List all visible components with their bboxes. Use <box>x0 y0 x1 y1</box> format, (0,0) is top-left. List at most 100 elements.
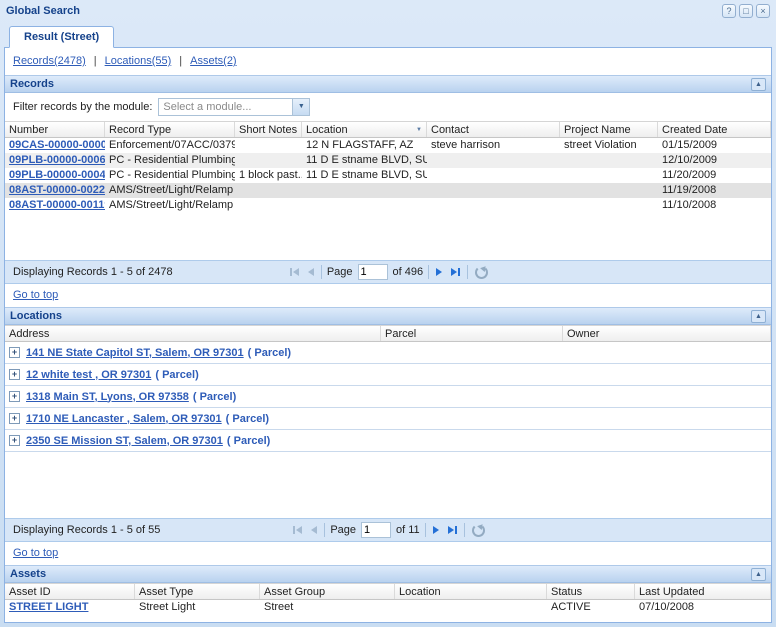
location-row: + 1318 Main ST, Lyons, OR 97358 ( Parcel… <box>5 386 771 408</box>
page-input[interactable] <box>358 264 388 280</box>
cell-location <box>302 198 427 213</box>
table-row[interactable]: 08AST-00000-00226 AMS/Street/Light/Relam… <box>5 183 771 198</box>
expand-icon[interactable]: + <box>9 369 20 380</box>
collapse-icon[interactable]: ▲ <box>751 568 766 581</box>
cell-short-notes <box>235 138 302 153</box>
chevron-down-icon: ▼ <box>292 99 309 115</box>
location-row: + 141 NE State Capitol ST, Salem, OR 973… <box>5 342 771 364</box>
cell-short-notes <box>235 198 302 213</box>
global-search-window: Global Search ? □ × Result (Street) Reco… <box>0 0 776 627</box>
expand-icon[interactable]: + <box>9 391 20 402</box>
assets-section-header: Assets ▲ <box>5 565 771 583</box>
module-filter-select[interactable]: Select a module... ▼ <box>158 98 310 116</box>
collapse-icon[interactable]: ▲ <box>751 78 766 91</box>
expand-icon[interactable]: + <box>9 435 20 446</box>
cell-location: 12 N FLAGSTAFF, AZ <box>302 138 427 153</box>
expand-icon[interactable]: + <box>9 347 20 358</box>
cell-location <box>395 600 547 615</box>
table-row[interactable]: 09CAS-00000-00004 Enforcement/07ACC/0379… <box>5 138 771 153</box>
tab-result-street[interactable]: Result (Street) <box>9 26 114 48</box>
column-header-project-name[interactable]: Project Name <box>560 122 658 137</box>
column-header-contact[interactable]: Contact <box>427 122 560 137</box>
cell-contact <box>427 183 560 198</box>
cell-contact <box>427 198 560 213</box>
link-separator: | <box>179 55 182 67</box>
column-header-parcel[interactable]: Parcel <box>381 326 563 341</box>
tabstrip: Result (Street) <box>0 22 776 47</box>
close-icon[interactable]: × <box>756 4 770 18</box>
column-menu-icon[interactable]: ▼ <box>412 127 422 133</box>
record-number-link[interactable]: 09CAS-00000-00004 <box>9 139 105 151</box>
link-separator: | <box>94 55 97 67</box>
expand-icon[interactable]: + <box>9 413 20 424</box>
first-page-button[interactable] <box>291 524 304 536</box>
cell-contact <box>427 168 560 183</box>
cell-asset-type: Street Light <box>135 600 260 615</box>
table-row[interactable]: STREET LIGHT Street Light Street ACTIVE … <box>5 600 771 615</box>
assets-section-title: Assets <box>10 568 46 580</box>
go-to-top-link[interactable]: Go to top <box>13 289 58 301</box>
first-page-button[interactable] <box>288 266 301 278</box>
titlebar: Global Search ? □ × <box>0 0 776 22</box>
next-page-button[interactable] <box>431 524 441 536</box>
table-row[interactable]: 09PLB-00000-00045 PC - Residential Plumb… <box>5 168 771 183</box>
column-header-asset-id[interactable]: Asset ID <box>5 584 135 599</box>
table-row[interactable]: 08AST-00000-00119 AMS/Street/Light/Relam… <box>5 198 771 213</box>
module-filter-value: Select a module... <box>159 99 292 115</box>
asset-id-link[interactable]: STREET LIGHT <box>9 601 88 613</box>
address-link[interactable]: 2350 SE Mission ST, Salem, OR 97301 <box>26 435 223 447</box>
column-header-record-type[interactable]: Record Type <box>105 122 235 137</box>
column-header-address[interactable]: Address <box>5 326 381 341</box>
column-header-last-updated[interactable]: Last Updated <box>635 584 771 599</box>
address-link[interactable]: 1710 NE Lancaster , Salem, OR 97301 <box>26 413 222 425</box>
record-number-link[interactable]: 09PLB-00000-00045 <box>9 169 105 181</box>
address-link[interactable]: 1318 Main ST, Lyons, OR 97358 <box>26 391 189 403</box>
last-page-button[interactable] <box>446 524 459 536</box>
cell-short-notes <box>235 183 302 198</box>
last-page-button[interactable] <box>449 266 462 278</box>
cell-record-type: PC - Residential Plumbing <box>105 153 235 168</box>
column-header-asset-type[interactable]: Asset Type <box>135 584 260 599</box>
record-number-link[interactable]: 08AST-00000-00119 <box>9 199 105 211</box>
cell-contact <box>427 153 560 168</box>
column-header-created-date[interactable]: Created Date <box>658 122 771 137</box>
records-grid-header: Number Record Type Short Notes Location▼… <box>5 121 771 138</box>
table-row[interactable]: 09PLB-00000-00066 PC - Residential Plumb… <box>5 153 771 168</box>
cell-short-notes <box>235 153 302 168</box>
restore-icon[interactable]: □ <box>739 4 753 18</box>
records-count-link[interactable]: Records(2478) <box>13 55 86 67</box>
column-header-status[interactable]: Status <box>547 584 635 599</box>
content-panel: Records(2478) | Locations(55) | Assets(2… <box>4 47 772 623</box>
collapse-icon[interactable]: ▲ <box>751 310 766 323</box>
column-header-owner[interactable]: Owner <box>563 326 771 341</box>
refresh-icon[interactable] <box>475 266 488 279</box>
locations-pagination: Page of 11 <box>291 522 484 538</box>
cell-project-name <box>560 153 658 168</box>
page-label: Page <box>327 266 353 278</box>
next-page-button[interactable] <box>434 266 444 278</box>
locations-count-link[interactable]: Locations(55) <box>105 55 172 67</box>
cell-record-type: PC - Residential Plumbing <box>105 168 235 183</box>
cell-location <box>302 183 427 198</box>
column-header-location[interactable]: Location <box>395 584 547 599</box>
column-header-short-notes[interactable]: Short Notes <box>235 122 302 137</box>
address-link[interactable]: 141 NE State Capitol ST, Salem, OR 97301 <box>26 347 244 359</box>
prev-page-button[interactable] <box>309 524 319 536</box>
window-controls: ? □ × <box>722 4 770 18</box>
address-link[interactable]: 12 white test , OR 97301 <box>26 369 151 381</box>
column-header-location[interactable]: Location▼ <box>302 122 427 137</box>
go-to-top-link[interactable]: Go to top <box>13 547 58 559</box>
column-header-asset-group[interactable]: Asset Group <box>260 584 395 599</box>
page-input[interactable] <box>361 522 391 538</box>
record-number-link[interactable]: 09PLB-00000-00066 <box>9 154 105 166</box>
cell-project-name <box>560 198 658 213</box>
column-header-number[interactable]: Number <box>5 122 105 137</box>
help-icon[interactable]: ? <box>722 4 736 18</box>
records-pagination: Page of 496 <box>288 264 488 280</box>
cell-created-date: 12/10/2009 <box>658 153 771 168</box>
refresh-icon[interactable] <box>472 524 485 537</box>
assets-count-link[interactable]: Assets(2) <box>190 55 236 67</box>
record-number-link[interactable]: 08AST-00000-00226 <box>9 184 105 196</box>
prev-page-button[interactable] <box>306 266 316 278</box>
location-row: + 1710 NE Lancaster , Salem, OR 97301 ( … <box>5 408 771 430</box>
